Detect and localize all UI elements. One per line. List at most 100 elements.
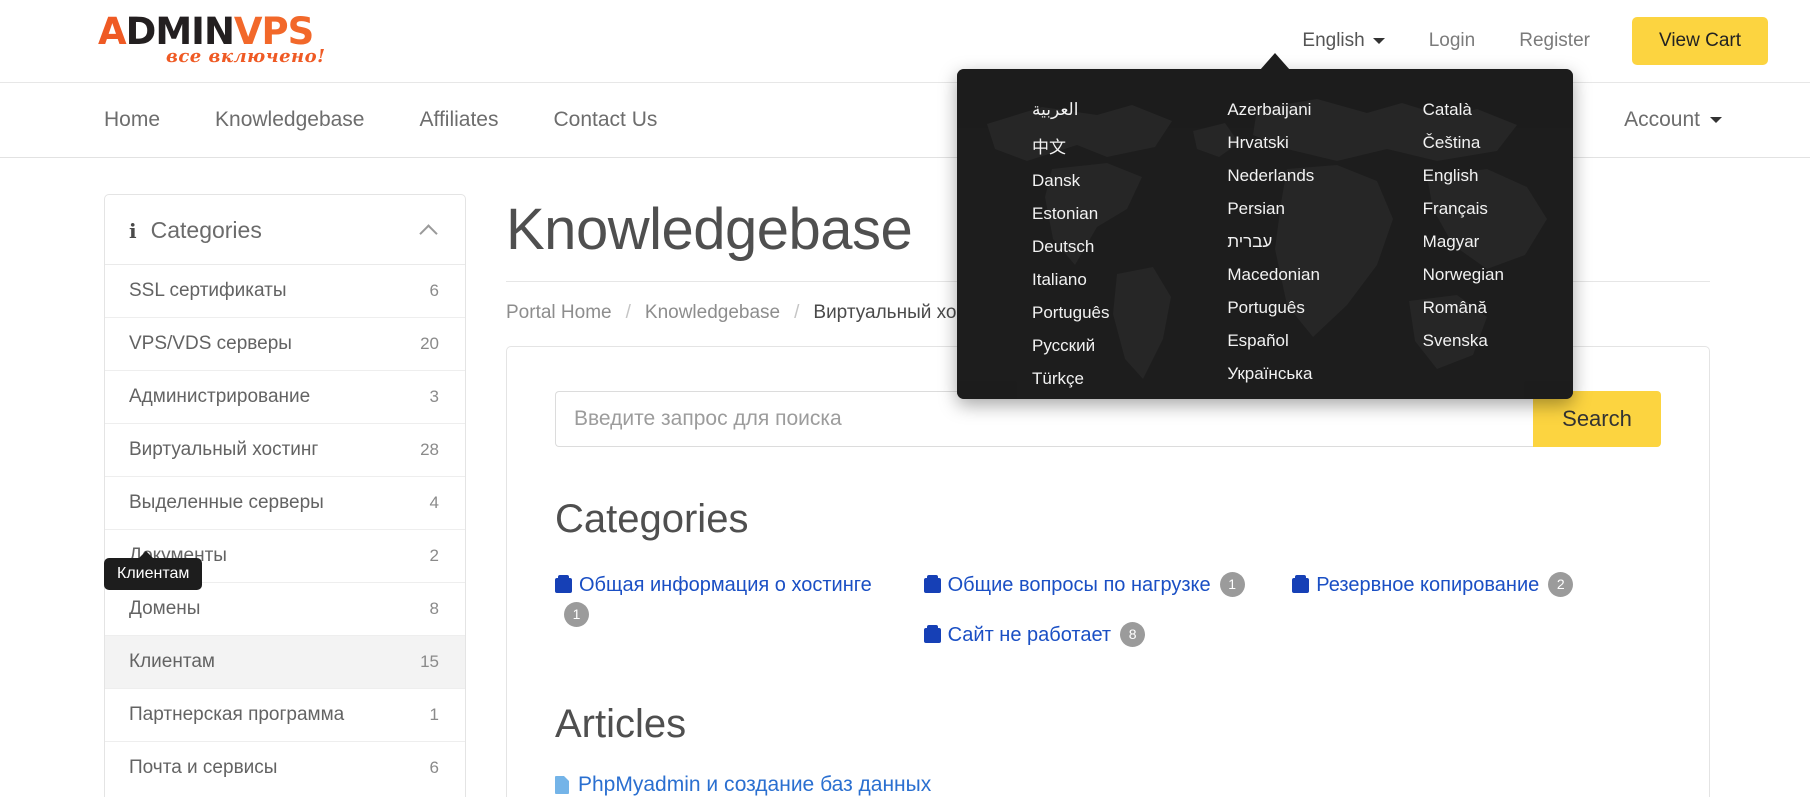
nav-item-affiliates[interactable]: Affiliates — [419, 108, 498, 132]
categories-column-3: Резервное копирование 2 — [1292, 568, 1661, 668]
sidebar-item-label: Выделенные серверы — [129, 492, 324, 513]
sidebar-item-domains[interactable]: Домены 8 — [105, 583, 465, 636]
language-option-nl[interactable]: Nederlands — [1227, 159, 1377, 192]
language-option-ro[interactable]: Română — [1423, 291, 1573, 324]
nav-item-home[interactable]: Home — [104, 108, 160, 132]
chevron-down-icon — [1710, 117, 1722, 123]
language-option-uk[interactable]: Українська — [1227, 357, 1377, 390]
language-option-ar[interactable]: العربية — [1032, 93, 1182, 126]
language-option-ca[interactable]: Català — [1423, 93, 1573, 126]
sidebar-item-label: Домены — [129, 598, 201, 619]
register-link[interactable]: Register — [1497, 22, 1612, 60]
language-option-ru[interactable]: Русский — [1032, 329, 1182, 362]
sidebar-item-label: Виртуальный хостинг — [129, 439, 319, 460]
language-option-mk[interactable]: Macedonian — [1227, 258, 1377, 291]
category-entry: Общие вопросы по нагрузке 1 — [923, 568, 1275, 602]
sidebar-item-label: SSL сертификаты — [129, 280, 287, 301]
breadcrumb-portal-home[interactable]: Portal Home — [506, 302, 612, 324]
folder-icon — [555, 575, 572, 593]
sidebar-item-count: 6 — [429, 758, 439, 777]
category-link[interactable]: Общие вопросы по нагрузке — [948, 574, 1211, 596]
search-input[interactable] — [555, 391, 1533, 447]
language-option-fa[interactable]: Persian — [1227, 192, 1377, 225]
language-menu-caret — [1260, 53, 1290, 70]
sidebar-categories-panel: i Categories SSL сертификаты 6 VPS/VDS с… — [104, 194, 466, 797]
sidebar-item-dedicated-servers[interactable]: Выделенные серверы 4 — [105, 477, 465, 530]
sidebar-item-count: 20 — [420, 334, 439, 353]
category-entry: Общая информация о хостинге 1 — [555, 568, 906, 630]
language-option-de[interactable]: Deutsch — [1032, 230, 1182, 263]
language-option-da[interactable]: Dansk — [1032, 164, 1182, 197]
language-option-zh[interactable]: 中文 — [1032, 126, 1182, 164]
sidebar-item-vps-vds[interactable]: VPS/VDS серверы 20 — [105, 318, 465, 371]
sidebar-header[interactable]: i Categories — [105, 195, 465, 265]
sidebar-item-count: 15 — [420, 652, 439, 671]
category-entry: Сайт не работает 8 — [923, 618, 1275, 652]
sidebar-title: Categories — [150, 217, 262, 243]
category-count-badge: 8 — [1120, 622, 1146, 647]
chevron-down-icon — [1372, 38, 1385, 44]
language-option-pt-br[interactable]: Português — [1227, 291, 1377, 324]
language-selector[interactable]: English — [1280, 22, 1406, 60]
sidebar-item-virtual-hosting[interactable]: Виртуальный хостинг 28 — [105, 424, 465, 477]
article-item: PhpMyadmin и создание баз данных PhpMyad… — [555, 773, 1661, 797]
language-option-tr[interactable]: Türkçe — [1032, 362, 1182, 395]
search-row: Search — [555, 391, 1661, 447]
articles-heading: Articles — [555, 702, 687, 746]
article-link[interactable]: PhpMyadmin и создание баз данных — [578, 773, 931, 796]
site-logo[interactable]: ADMINVPS все включено! — [98, 13, 328, 69]
sidebar-item-label: VPS/VDS серверы — [129, 333, 292, 354]
language-selector-label: English — [1302, 30, 1365, 51]
language-option-az[interactable]: Azerbaijani — [1227, 93, 1377, 126]
language-option-pt[interactable]: Português — [1032, 296, 1182, 329]
category-link[interactable]: Резервное копирование — [1316, 574, 1539, 596]
language-option-no[interactable]: Norwegian — [1423, 258, 1573, 291]
view-cart-button[interactable]: View Cart — [1631, 17, 1768, 65]
sidebar-item-affiliate-program[interactable]: Партнерская программа 1 — [105, 689, 465, 742]
language-option-he[interactable]: עברית — [1227, 225, 1377, 258]
sidebar-item-clients[interactable]: Клиентам 15 — [105, 636, 465, 689]
language-option-sv[interactable]: Svenska — [1423, 324, 1573, 357]
language-option-it[interactable]: Italiano — [1032, 263, 1182, 296]
folder-icon — [923, 625, 941, 643]
language-option-hu[interactable]: Magyar — [1423, 225, 1573, 258]
search-button[interactable]: Search — [1533, 391, 1661, 447]
category-count-badge: 1 — [564, 602, 589, 627]
info-icon: i — [129, 218, 137, 243]
sidebar-item-ssl[interactable]: SSL сертификаты 6 — [105, 265, 465, 318]
sidebar-tooltip: Клиентам — [104, 551, 203, 590]
language-columns: العربية 中文 Dansk Estonian Deutsch Italia… — [957, 69, 1573, 399]
sidebar-item-count: 3 — [429, 387, 439, 406]
language-option-en[interactable]: English — [1423, 159, 1573, 192]
category-link[interactable]: Сайт не работает — [948, 624, 1111, 646]
nav-item-account[interactable]: Account — [1624, 108, 1700, 132]
categories-column-2: Общие вопросы по нагрузке 1 Сайт не работ… — [923, 568, 1293, 668]
nav-item-knowledgebase[interactable]: Knowledgebase — [215, 108, 364, 132]
folder-icon — [923, 575, 941, 593]
language-option-fr[interactable]: Français — [1423, 192, 1573, 225]
folder-icon — [1292, 575, 1310, 593]
chevron-up-icon[interactable] — [419, 223, 438, 243]
document-icon — [555, 776, 569, 794]
breadcrumb-separator: / — [794, 302, 800, 323]
sidebar-item-count: 8 — [429, 599, 439, 618]
logo-letter-a: A — [98, 10, 127, 53]
sidebar-item-count: 2 — [429, 546, 439, 565]
nav-item-contact-us[interactable]: Contact Us — [553, 108, 657, 132]
sidebar-item-count: 28 — [420, 440, 439, 459]
breadcrumb-knowledgebase[interactable]: Knowledgebase — [645, 302, 780, 324]
login-link[interactable]: Login — [1407, 22, 1498, 60]
category-link[interactable]: Общая информация о хостинге — [579, 574, 872, 596]
language-option-cs[interactable]: Čeština — [1423, 126, 1573, 159]
language-option-et[interactable]: Estonian — [1032, 197, 1182, 230]
logo-tagline: все включено! — [166, 46, 326, 67]
sidebar-item-mail-services[interactable]: Почта и сервисы 6 — [105, 742, 465, 794]
category-entry: Резервное копирование 2 — [1292, 568, 1643, 602]
language-column-2: Azerbaijani Hrvatski Nederlands Persian … — [1182, 93, 1377, 399]
logo-wordmark: ADMINVPS — [98, 10, 314, 53]
language-option-hr[interactable]: Hrvatski — [1227, 126, 1377, 159]
language-option-es[interactable]: Español — [1227, 324, 1377, 357]
sidebar-item-count: 1 — [429, 705, 439, 724]
sidebar-item-administration[interactable]: Администрирование 3 — [105, 371, 465, 424]
top-bar-actions: English Login Register View Cart — [1280, 17, 1810, 65]
